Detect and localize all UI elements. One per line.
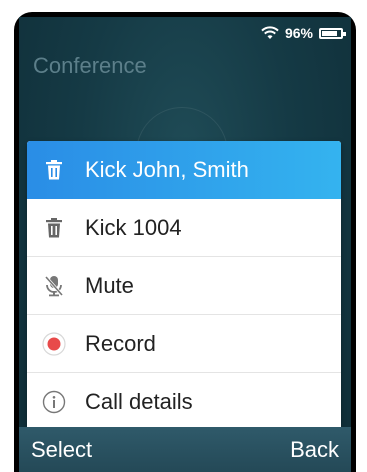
status-bar: 96% <box>261 23 346 43</box>
options-menu: Kick John, Smith Kick 1004 Mute Record C… <box>27 141 341 431</box>
menu-item-kick-john-smith[interactable]: Kick John, Smith <box>27 141 341 199</box>
record-icon <box>41 331 67 356</box>
screen-title: Conference <box>33 53 147 78</box>
menu-item-kick-1004[interactable]: Kick 1004 <box>27 199 341 257</box>
battery-percent: 96% <box>284 25 313 41</box>
softkey-select[interactable]: Select <box>31 437 92 463</box>
battery-icon <box>319 27 346 39</box>
menu-item-call-details[interactable]: Call details <box>27 373 341 431</box>
menu-item-mute[interactable]: Mute <box>27 257 341 315</box>
phone-screen: 96% Conference Kick John, Smith Kick 100… <box>19 17 351 472</box>
wifi-icon <box>261 26 279 39</box>
menu-item-label: Mute <box>85 272 134 298</box>
menu-item-label: Kick 1004 <box>85 214 182 240</box>
info-icon <box>41 390 67 414</box>
mic-muted-icon <box>41 275 67 297</box>
softkey-bar: Select Back <box>19 427 351 472</box>
softkey-back[interactable]: Back <box>290 437 339 463</box>
phone-frame: 96% Conference Kick John, Smith Kick 100… <box>14 12 356 472</box>
trash-icon <box>41 217 67 238</box>
menu-item-label: Record <box>85 330 156 356</box>
menu-item-record[interactable]: Record <box>27 315 341 373</box>
trash-icon <box>41 160 67 180</box>
menu-item-label: Kick John, Smith <box>85 157 249 182</box>
menu-item-label: Call details <box>85 389 193 414</box>
